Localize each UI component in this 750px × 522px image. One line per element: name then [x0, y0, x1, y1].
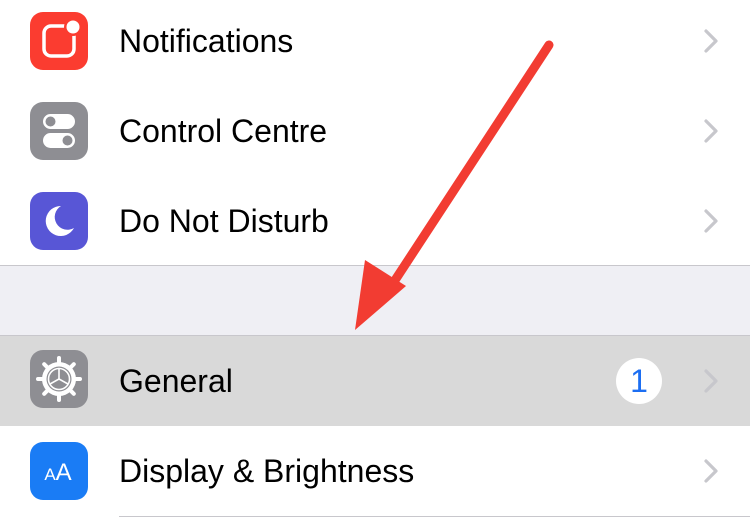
section-gap: [0, 266, 750, 335]
chevron-right-icon: [704, 459, 718, 483]
notifications-icon: [30, 12, 88, 70]
chevron-right-icon: [704, 119, 718, 143]
settings-row-display-brightness[interactable]: AA Display & Brightness: [0, 426, 750, 516]
display-brightness-icon: AA: [30, 442, 88, 500]
settings-row-label: Do Not Disturb: [119, 203, 329, 239]
settings-row-label: Control Centre: [119, 113, 328, 149]
settings-row-label: Display & Brightness: [119, 453, 415, 489]
gear-icon: [30, 350, 88, 408]
chevron-right-icon: [704, 369, 718, 393]
moon-icon: [30, 192, 88, 250]
separator: [119, 516, 750, 517]
settings-row-do-not-disturb[interactable]: Do Not Disturb: [0, 176, 750, 266]
notification-badge: 1: [616, 358, 662, 404]
settings-row-notifications[interactable]: Notifications: [0, 0, 750, 86]
settings-row-label: Notifications: [119, 23, 294, 59]
display-brightness-icon-text: AA: [44, 459, 71, 486]
chevron-right-icon: [704, 209, 718, 233]
control-centre-icon: [30, 102, 88, 160]
settings-row-control-centre[interactable]: Control Centre: [0, 86, 750, 176]
chevron-right-icon: [704, 29, 718, 53]
settings-row-label: General: [119, 363, 233, 399]
settings-row-general[interactable]: General 1: [0, 336, 750, 426]
